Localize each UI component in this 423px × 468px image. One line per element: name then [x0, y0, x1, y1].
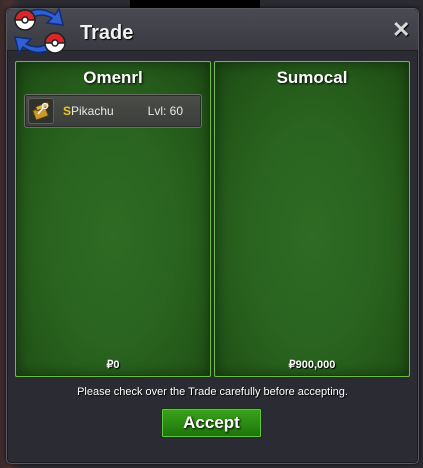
trade-window: Trade ✕ Omenrl S Pikachu Lvl: 60 ₽0 Sumo… [6, 7, 419, 464]
trade-item-slot[interactable]: S Pikachu Lvl: 60 [24, 94, 202, 128]
player-name: Omenrl [83, 68, 143, 87]
accept-button[interactable]: Accept [161, 408, 262, 438]
box-with-key-icon [32, 101, 50, 121]
money-offer: ₽0 [106, 359, 120, 371]
background-hud-strip [130, 0, 260, 8]
trade-notice: Please check over the Trade carefully be… [77, 386, 348, 398]
player-name: Sumocal [276, 68, 348, 87]
trade-panel-partner: Sumocal ₽900,000 [214, 61, 410, 377]
trade-panel-self: Omenrl S Pikachu Lvl: 60 ₽0 [15, 61, 211, 377]
pokemon-name: Pikachu [71, 104, 114, 118]
trade-logo-icon [14, 7, 66, 55]
pokemon-level: Lvl: 60 [147, 104, 183, 118]
shiny-badge: S [63, 104, 72, 118]
window-title: Trade [80, 22, 134, 44]
close-icon[interactable]: ✕ [392, 19, 410, 41]
money-offer: ₽900,000 [288, 359, 336, 371]
item-icon-frame [28, 98, 54, 124]
